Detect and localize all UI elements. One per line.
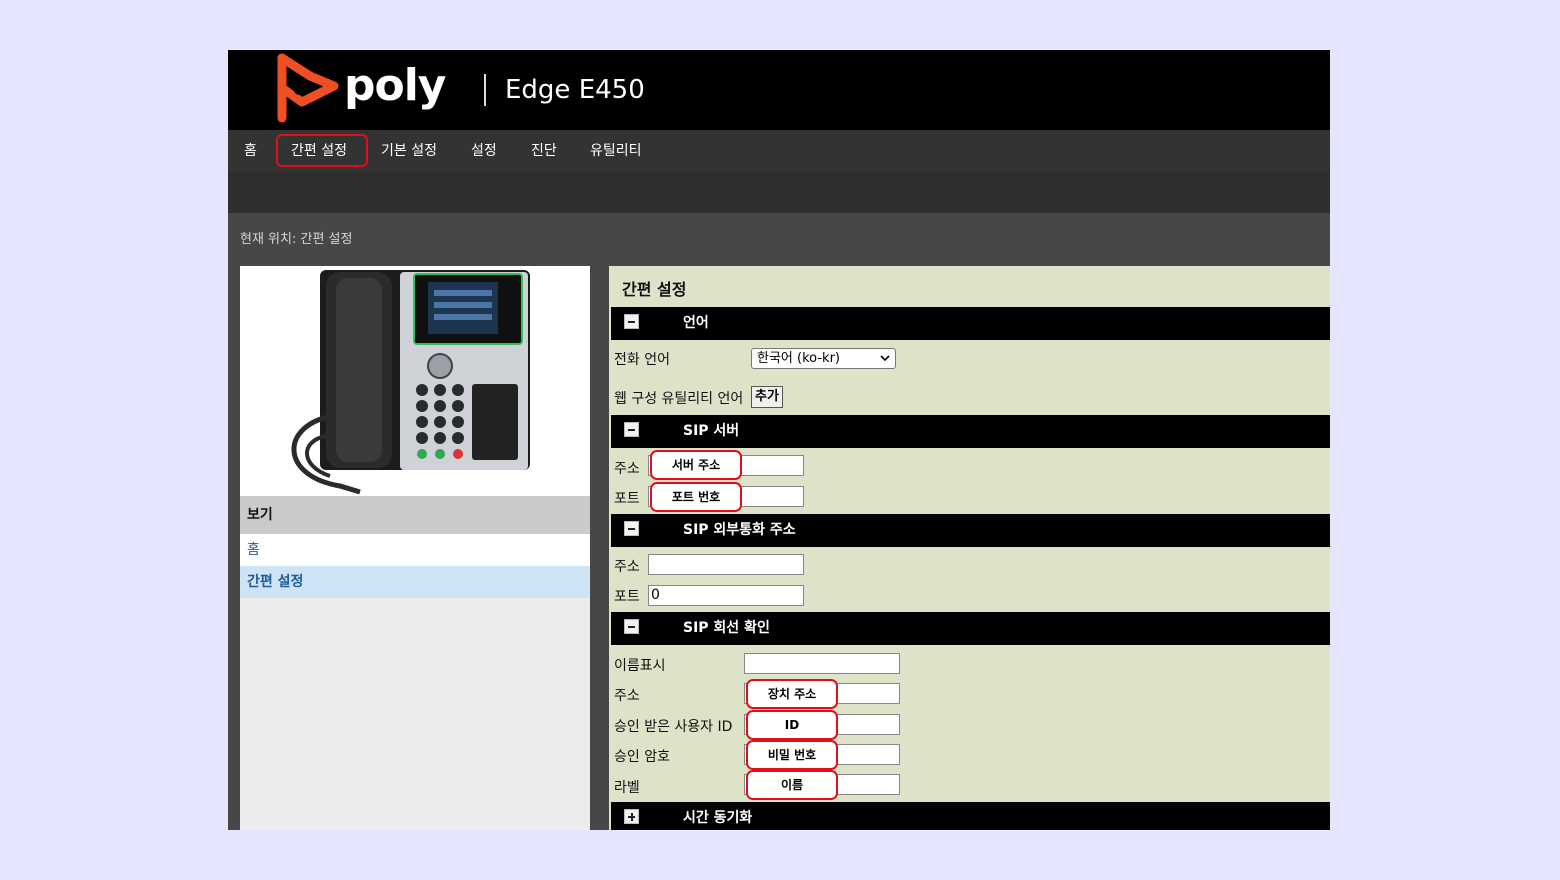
display-name-input[interactable]	[744, 653, 900, 674]
app-window: poly Edge E450 홈 간편 설정 기본 설정 설정 진단 유틸리티 …	[228, 50, 1330, 830]
password-callout: 비밀 번호	[746, 740, 838, 770]
collapse-icon[interactable]	[624, 422, 639, 437]
device-address-callout: 장치 주소	[746, 679, 838, 709]
nav-diagnostics[interactable]: 진단	[531, 130, 557, 172]
section-sip-server: SIP 서버	[611, 415, 1330, 448]
web-language-label: 웹 구성 유틸리티 언어	[614, 391, 744, 407]
device-model: Edge E450	[505, 75, 645, 105]
phone-language-value: 한국어 (ko-kr)	[757, 351, 840, 366]
sidebar: 보기 홈 간편 설정	[240, 266, 590, 830]
port-number-callout: 포트 번호	[650, 482, 742, 512]
collapse-icon[interactable]	[624, 521, 639, 536]
id-callout: ID	[746, 710, 838, 740]
sub-nav-bar	[228, 172, 1330, 213]
poly-logo-icon	[277, 53, 339, 123]
sip-server-port-label: 포트	[614, 491, 640, 507]
breadcrumb: 현재 위치: 간편 설정	[240, 232, 353, 247]
section-title: SIP 외부통화 주소	[683, 522, 796, 538]
header-bar: poly Edge E450	[228, 50, 1330, 130]
chevron-down-icon	[880, 355, 890, 362]
outbound-address-label: 주소	[614, 559, 640, 575]
auth-password-label: 승인 암호	[614, 749, 670, 765]
nav-simple-setup[interactable]: 간편 설정	[291, 130, 347, 172]
brand-name: poly	[344, 60, 446, 111]
line-label-label: 라벨	[614, 780, 640, 796]
nav-settings[interactable]: 설정	[471, 130, 497, 172]
section-title: 언어	[683, 315, 709, 331]
section-title: SIP 회선 확인	[683, 620, 770, 636]
expand-icon[interactable]	[624, 809, 639, 824]
outbound-port-input[interactable]: 0	[648, 585, 804, 606]
display-name-label: 이름표시	[614, 658, 666, 674]
phone-language-label: 전화 언어	[614, 352, 670, 368]
section-title: SIP 서버	[683, 423, 740, 439]
sidebar-item-home[interactable]: 홈	[240, 534, 590, 566]
nav-home[interactable]: 홈	[244, 130, 257, 172]
name-callout: 이름	[746, 770, 838, 800]
server-address-callout: 서버 주소	[650, 450, 742, 480]
section-time-sync: 시간 동기화	[611, 802, 1330, 830]
phone-illustration	[291, 270, 530, 495]
phone-image	[240, 266, 590, 496]
auth-user-id-label: 승인 받은 사용자 ID	[614, 719, 733, 735]
header-separator	[484, 74, 486, 106]
sidebar-item-simple-setup[interactable]: 간편 설정	[240, 566, 590, 598]
collapse-icon[interactable]	[624, 619, 639, 634]
nav-utilities[interactable]: 유틸리티	[590, 130, 642, 172]
settings-panel: 간편 설정 언어 전화 언어 한국어 (ko-kr) 웹 구성 유틸리티 언어 …	[609, 266, 1330, 830]
collapse-icon[interactable]	[624, 314, 639, 329]
sip-server-address-label: 주소	[614, 461, 640, 477]
line-address-label: 주소	[614, 688, 640, 704]
outbound-port-label: 포트	[614, 589, 640, 605]
sidebar-view-header: 보기	[240, 496, 590, 534]
main-nav: 홈 간편 설정 기본 설정 설정 진단 유틸리티	[228, 130, 1330, 172]
nav-preferences[interactable]: 기본 설정	[381, 130, 437, 172]
add-language-button[interactable]: 추가	[751, 386, 783, 408]
section-sip-outbound: SIP 외부통화 주소	[611, 514, 1330, 547]
section-language: 언어	[611, 307, 1330, 340]
section-sip-line: SIP 회선 확인	[611, 612, 1330, 645]
phone-language-select[interactable]: 한국어 (ko-kr)	[751, 348, 896, 369]
panel-title: 간편 설정	[622, 280, 687, 299]
outbound-address-input[interactable]	[648, 554, 804, 575]
section-title: 시간 동기화	[683, 810, 753, 826]
